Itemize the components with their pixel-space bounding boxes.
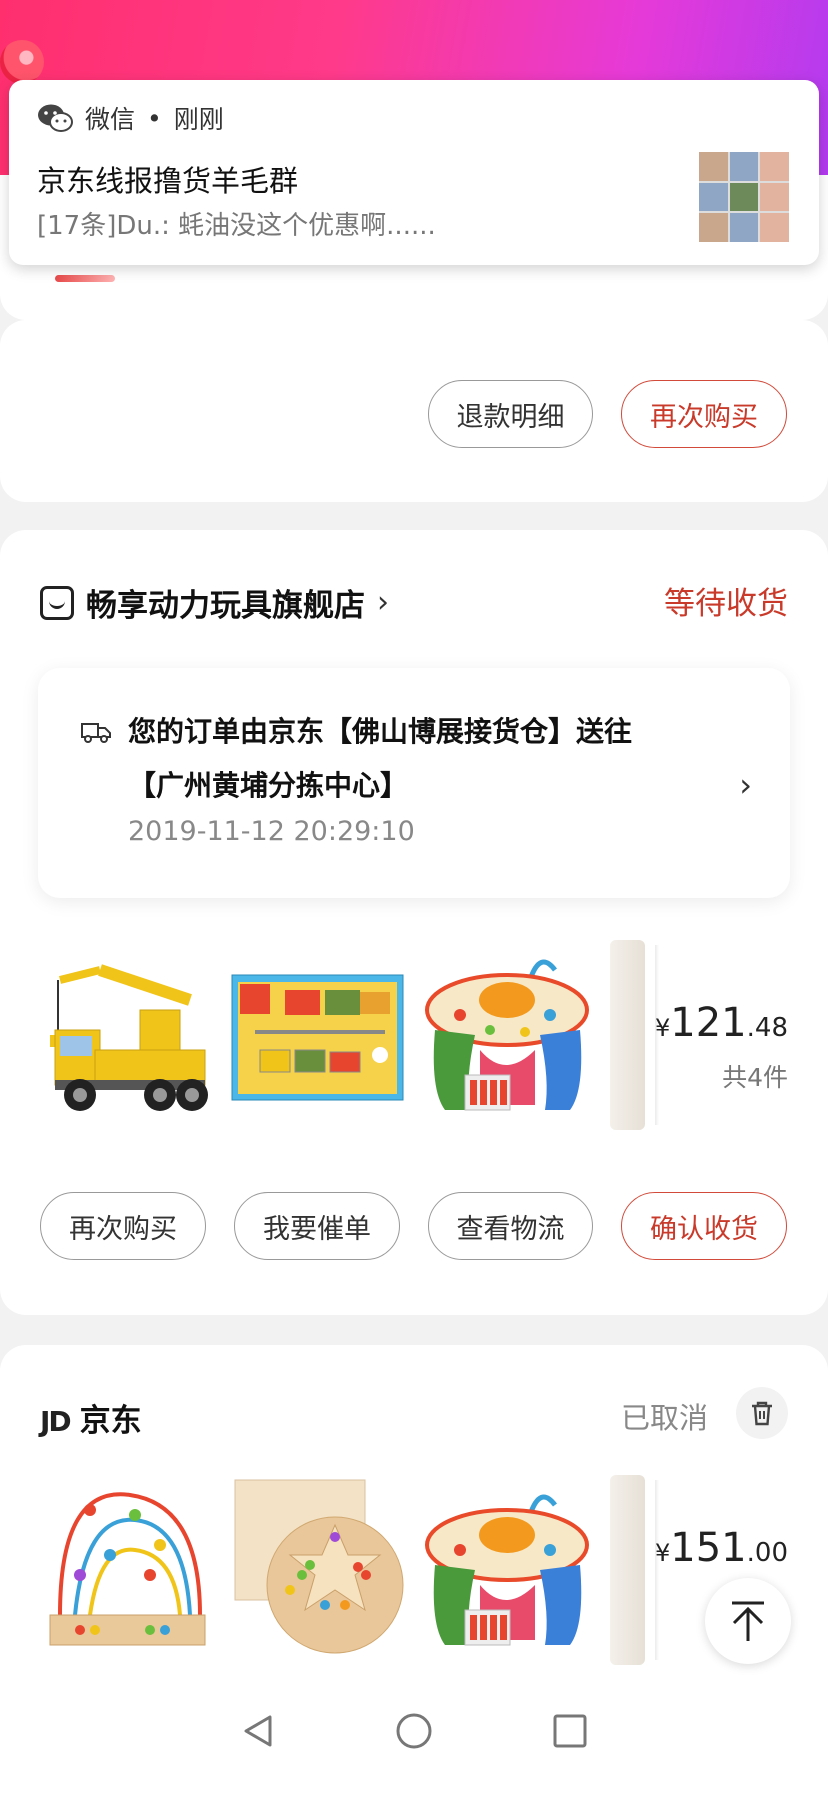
price-block: ¥121.48 共4件 <box>655 1000 788 1094</box>
tab-indicator <box>55 275 115 282</box>
product-image-vehicle-set[interactable] <box>230 940 405 1130</box>
delete-order-button[interactable] <box>736 1387 788 1439</box>
notification-header: 微信 • 刚刚 <box>37 100 224 136</box>
store-icon <box>40 585 74 620</box>
order-card-previous: 退款明细 再次购买 <box>0 320 828 502</box>
logistics-text-line1: 您的订单由京东【佛山博展接货仓】送往 <box>128 715 633 748</box>
refund-detail-button[interactable]: 退款明细 <box>428 380 593 448</box>
order-price: ¥151.00 <box>655 1525 788 1571</box>
product-image-checkers-board[interactable] <box>230 1475 405 1665</box>
chevron-right-icon: › <box>739 766 752 804</box>
arrow-up-icon <box>732 1601 764 1641</box>
product-list[interactable] <box>40 940 660 1130</box>
truck-icon <box>81 723 111 743</box>
product-list[interactable] <box>40 1475 660 1665</box>
back-to-top-button[interactable] <box>705 1578 791 1664</box>
back-icon[interactable] <box>238 1711 278 1751</box>
view-logistics-button[interactable]: 查看物流 <box>428 1192 593 1260</box>
urge-order-button[interactable]: 我要催单 <box>234 1192 400 1260</box>
order-status: 已取消 <box>620 1401 708 1435</box>
confirm-receipt-button[interactable]: 确认收货 <box>621 1192 787 1260</box>
trash-icon <box>752 1401 772 1426</box>
notification-time: 刚刚 <box>173 105 224 134</box>
system-navigation-bar <box>0 1668 828 1794</box>
store-name: 畅享动力玩具旗舰店 <box>86 588 365 624</box>
buy-again-button[interactable]: 再次购买 <box>40 1192 206 1260</box>
logistics-panel[interactable]: 您的订单由京东【佛山博展接货仓】送往 【广州黄埔分拣中心】 2019-11-12… <box>38 668 790 898</box>
store-link[interactable]: JD 京东 <box>40 1395 142 1440</box>
order-price: ¥121.48 <box>655 1000 788 1046</box>
logistics-time: 2019-11-12 20:29:10 <box>128 816 415 847</box>
banner-decoration <box>0 40 44 84</box>
store-link[interactable]: 畅享动力玩具旗舰店 › <box>40 580 389 625</box>
home-icon[interactable] <box>394 1711 434 1751</box>
item-count: 共4件 <box>722 1063 788 1092</box>
jd-logo: JD <box>40 1405 72 1438</box>
product-image-crane-truck[interactable] <box>40 940 215 1130</box>
product-image-bead-maze[interactable] <box>40 1475 215 1665</box>
product-image-activity-table[interactable] <box>420 940 595 1130</box>
price-block: ¥151.00 <box>655 1525 788 1571</box>
notification-title: 京东线报撸货羊毛群 <box>37 164 299 198</box>
chevron-right-icon: › <box>377 585 389 620</box>
store-name: 京东 <box>79 1403 142 1439</box>
recents-icon[interactable] <box>550 1711 590 1751</box>
separator-dot: • <box>147 103 162 133</box>
group-avatar <box>699 152 789 242</box>
notification-body: [17条]Du.: 蚝油没这个优惠啊...... <box>37 211 436 241</box>
order-status: 等待收货 <box>664 586 788 622</box>
product-image-partial[interactable] <box>610 940 645 1130</box>
buy-again-button[interactable]: 再次购买 <box>621 380 787 448</box>
logistics-text-line2: 【广州黄埔分拣中心】 <box>128 769 409 802</box>
wechat-notification[interactable]: 微信 • 刚刚 京东线报撸货羊毛群 [17条]Du.: 蚝油没这个优惠啊....… <box>9 80 819 265</box>
wechat-icon <box>38 104 73 132</box>
product-image-partial[interactable] <box>610 1475 645 1665</box>
product-image-activity-table[interactable] <box>420 1475 595 1665</box>
order-card: 畅享动力玩具旗舰店 › 等待收货 您的订单由京东【佛山博展接货仓】送往 【广州黄… <box>0 530 828 1315</box>
notification-app-name: 微信 <box>85 105 136 134</box>
